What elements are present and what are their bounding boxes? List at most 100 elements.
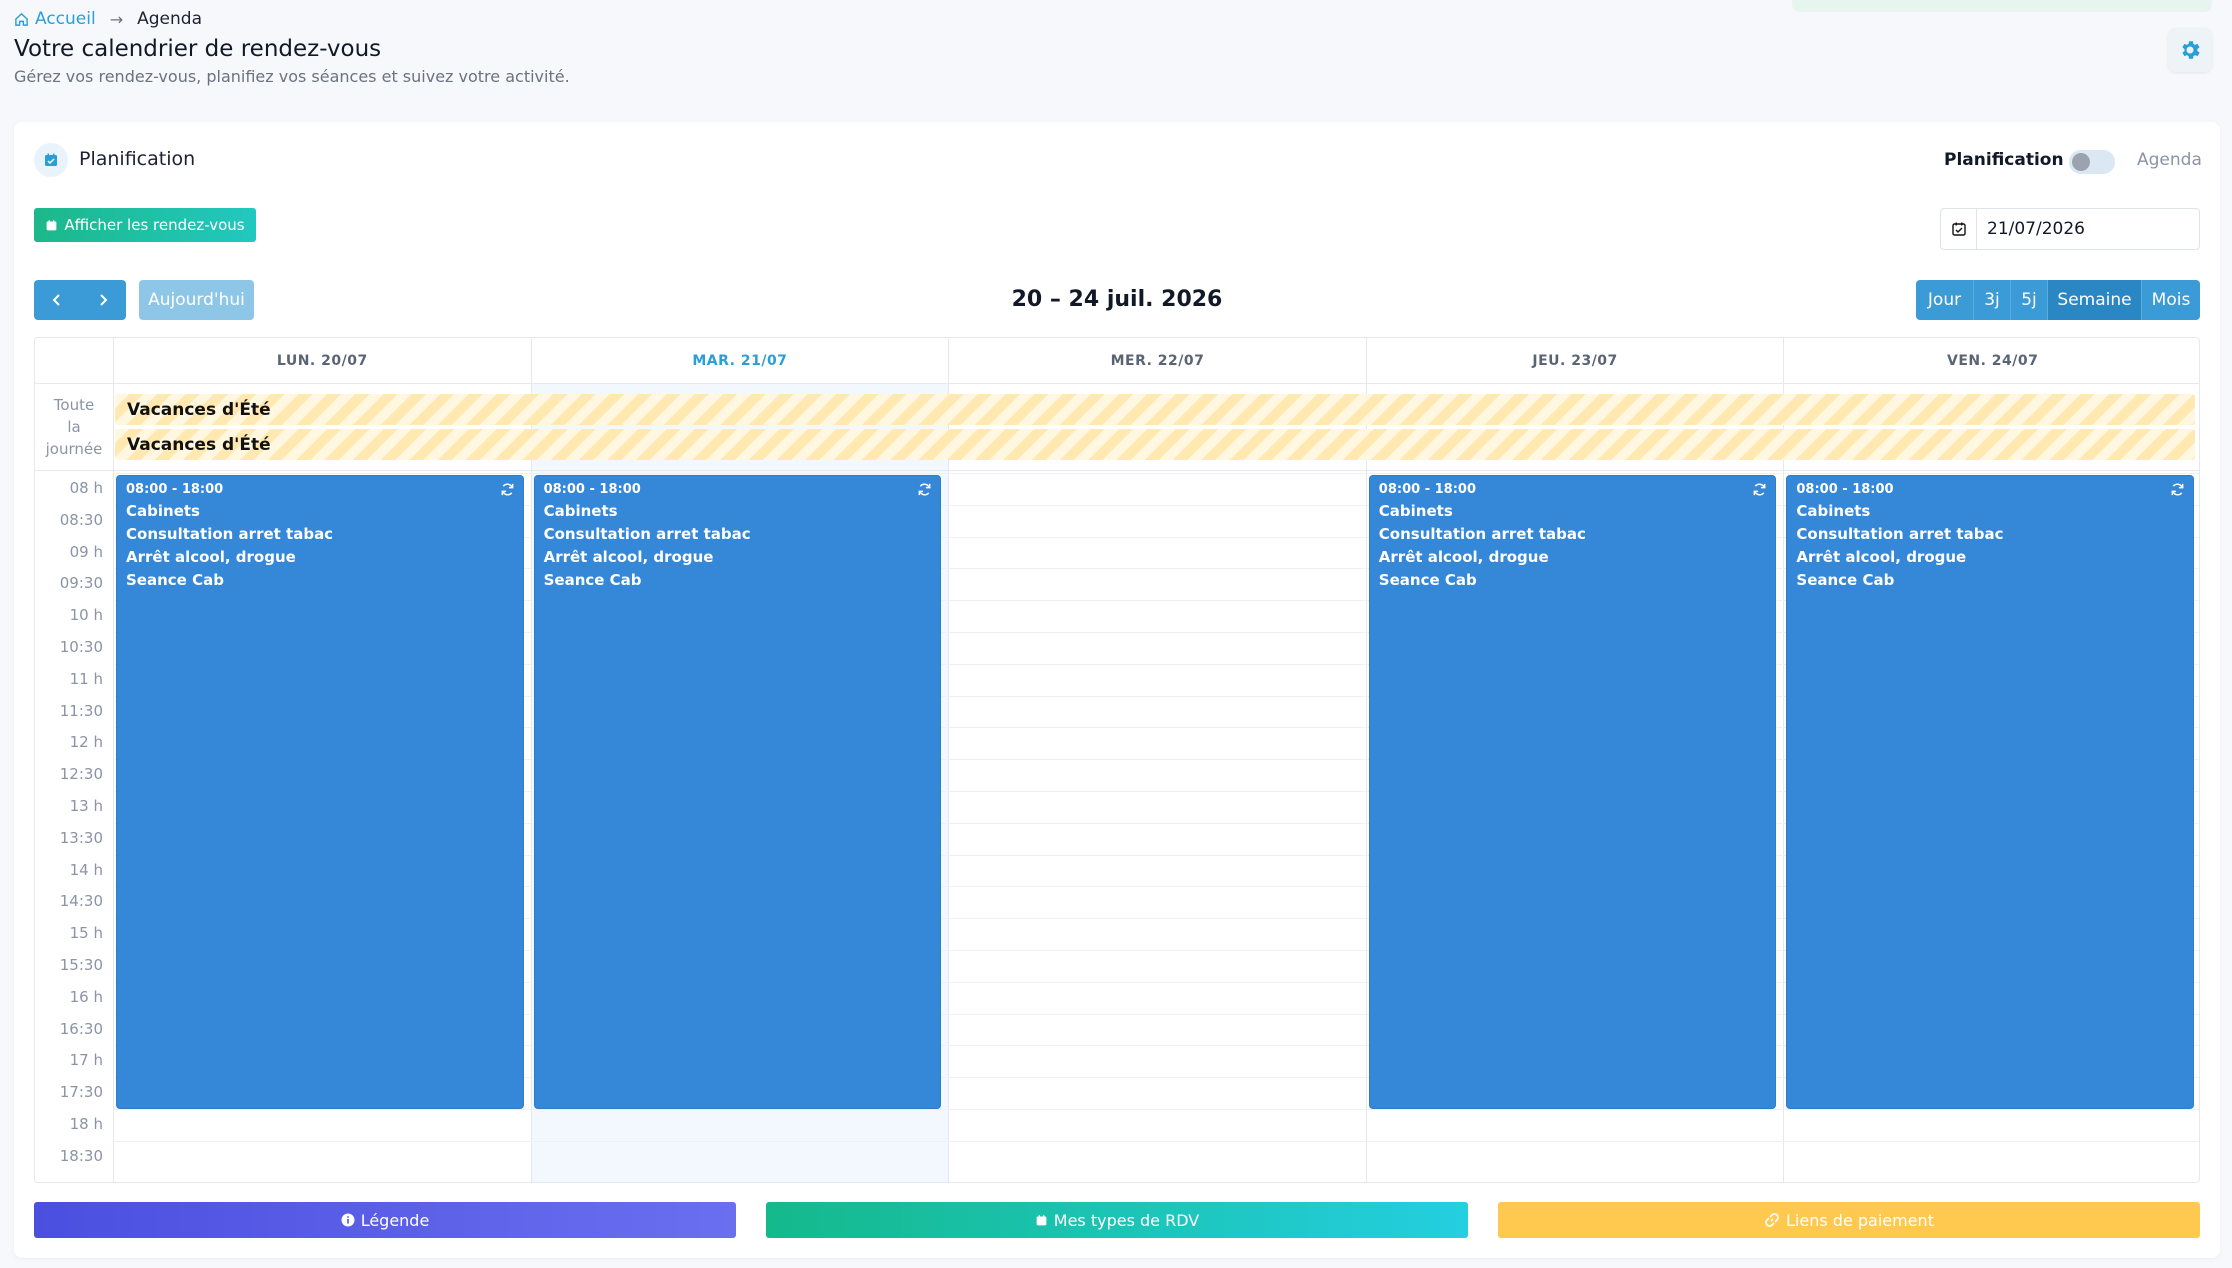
date-range-title: 20 – 24 juil. 2026: [1011, 287, 1223, 312]
home-icon: [15, 12, 28, 26]
repeat-icon: [1753, 483, 1766, 496]
time-label: 10 h: [69, 606, 103, 625]
allday-event[interactable]: Vacances d'Été: [115, 429, 2195, 460]
toggle-label-planification: Planification: [1944, 150, 2064, 170]
event-time: 08:00 - 18:00: [543, 482, 641, 497]
time-label: 12:30: [59, 765, 103, 784]
toggle-label-agenda: Agenda: [2137, 150, 2202, 170]
event-line: Seance Cab: [1796, 571, 1895, 589]
appointment-types-label: Mes types de RDV: [1053, 1210, 1200, 1230]
time-label: 14:30: [59, 892, 103, 911]
view-week-button[interactable]: Semaine: [2048, 280, 2142, 320]
info-icon: [341, 1213, 355, 1227]
time-slot-line: [113, 473, 2199, 474]
payment-links-label: Liens de paiement: [1786, 1210, 1934, 1230]
event-time: 08:00 - 18:00: [1378, 482, 1477, 497]
time-label: 11:30: [59, 701, 103, 720]
time-label: 15:30: [59, 956, 103, 974]
time-label: 11 h: [69, 669, 103, 688]
repeat-icon: [501, 483, 513, 496]
breadcrumb-current: Agenda: [137, 9, 202, 29]
time-label: 09:30: [59, 574, 103, 593]
day-header: VEN. 24/07: [1783, 338, 2199, 384]
event-line: Cabinets: [1796, 502, 1871, 520]
payment-links-button[interactable]: Liens de paiement: [1498, 1202, 2200, 1238]
time-label: 17 h: [69, 1051, 103, 1070]
time-slot-line: [113, 1140, 2199, 1142]
calendar-event[interactable]: 08:00 - 18:00 Cabinets Consultation arret …: [1786, 475, 2194, 1109]
time-label: 09 h: [69, 542, 103, 561]
calendar-event[interactable]: 08:00 - 18:00 Cabinets Consultation arret …: [116, 475, 524, 1109]
arrow-right-icon: →: [109, 9, 124, 29]
time-slot-line: [113, 1109, 2199, 1110]
event-line: Arrêt alcool, drogue: [1796, 548, 1967, 566]
event-line: Seance Cab: [1378, 571, 1477, 589]
event-line: Cabinets: [543, 502, 618, 520]
time-label: 13 h: [69, 797, 103, 815]
day-column[interactable]: [948, 384, 1366, 1182]
view-month-button[interactable]: Mois: [2142, 280, 2200, 320]
calendar-check-icon: [34, 143, 68, 177]
event-time: 08:00 - 18:00: [1796, 482, 1894, 497]
event-line: Cabinets: [126, 502, 200, 520]
legend-button[interactable]: Légende: [34, 1202, 736, 1238]
event-line: Consultation arret tabac: [1378, 525, 1586, 543]
calendar-event[interactable]: 08:00 - 18:00 Cabinets Consultation arret …: [1368, 475, 1777, 1109]
header-gutter: [35, 338, 113, 384]
legend-label: Légende: [360, 1210, 430, 1230]
page-subtitle: Gérez vos rendez-vous, planifiez vos séa…: [14, 67, 570, 86]
allday-divider: [35, 470, 2199, 471]
time-label: 14 h: [69, 860, 103, 879]
event-line: Arrêt alcool, drogue: [126, 548, 296, 566]
toggle-knob: [2072, 153, 2090, 171]
time-label: 13:30: [59, 828, 103, 847]
time-label: 08:30: [59, 510, 103, 529]
view-3days-button[interactable]: 3j: [1974, 280, 2011, 320]
day-header: MAR. 21/07: [530, 338, 949, 384]
link-icon: [1765, 1213, 1779, 1227]
page-title: Votre calendrier de rendez-vous: [14, 36, 382, 62]
event-line: Consultation arret tabac: [1796, 525, 2004, 543]
footer-buttons: Légende Mes types de RDV Liens de paieme…: [34, 1202, 2200, 1238]
planning-card: Planification Planification Agenda Affic…: [14, 122, 2220, 1258]
settings-button[interactable]: [2168, 28, 2212, 72]
week-calendar: Toute la journée LUN. 20/07 MAR. 21/07 MER…: [34, 337, 2200, 1183]
calendar-check-icon: [1941, 209, 1977, 249]
time-label: 10:30: [59, 638, 103, 656]
show-appointments-label: Afficher les rendez-vous: [64, 216, 245, 234]
date-field[interactable]: [1977, 219, 2177, 239]
event-line: Seance Cab: [126, 571, 224, 589]
card-title: Planification: [79, 148, 196, 170]
allday-label: Toute la journée: [35, 394, 113, 460]
appointment-types-button[interactable]: Mes types de RDV: [766, 1202, 1468, 1238]
allday-label-line: journée: [45, 440, 103, 458]
time-label: 18 h: [69, 1115, 103, 1133]
calendar-event[interactable]: 08:00 - 18:00 Cabinets Consultation arret …: [533, 475, 942, 1109]
allday-label-line: Toute: [53, 396, 95, 414]
time-label: 15 h: [69, 924, 103, 943]
event-line: Arrêt alcool, drogue: [543, 548, 714, 566]
calendar-icon: [1036, 1214, 1047, 1225]
calendar-icon: [47, 219, 57, 230]
date-picker[interactable]: [1940, 208, 2200, 250]
view-toggle-switch[interactable]: [2069, 150, 2115, 174]
time-label: 17:30: [59, 1083, 103, 1102]
view-5days-button[interactable]: 5j: [2011, 280, 2048, 320]
view-switcher: Jour 3j 5j Semaine Mois: [1916, 280, 2200, 320]
event-line: Arrêt alcool, drogue: [1378, 548, 1549, 566]
breadcrumb: Accueil → Agenda: [14, 9, 202, 29]
event-line: Consultation arret tabac: [543, 525, 751, 543]
repeat-icon: [2171, 483, 2184, 496]
time-label: 16 h: [69, 987, 103, 1006]
show-appointments-button[interactable]: Afficher les rendez-vous: [34, 208, 256, 242]
breadcrumb-home[interactable]: Accueil: [14, 9, 96, 29]
allday-event[interactable]: Vacances d'Été: [115, 394, 2195, 425]
day-header: LUN. 20/07: [113, 338, 531, 384]
view-day-button[interactable]: Jour: [1916, 280, 1974, 320]
allday-label-line: la: [67, 418, 81, 436]
view-mode-toggle: Planification Agenda: [1944, 150, 2204, 176]
time-label: 16:30: [59, 1019, 103, 1038]
event-line: Cabinets: [1378, 502, 1453, 520]
event-line: Seance Cab: [543, 571, 642, 589]
day-header: MER. 22/07: [948, 338, 1366, 384]
